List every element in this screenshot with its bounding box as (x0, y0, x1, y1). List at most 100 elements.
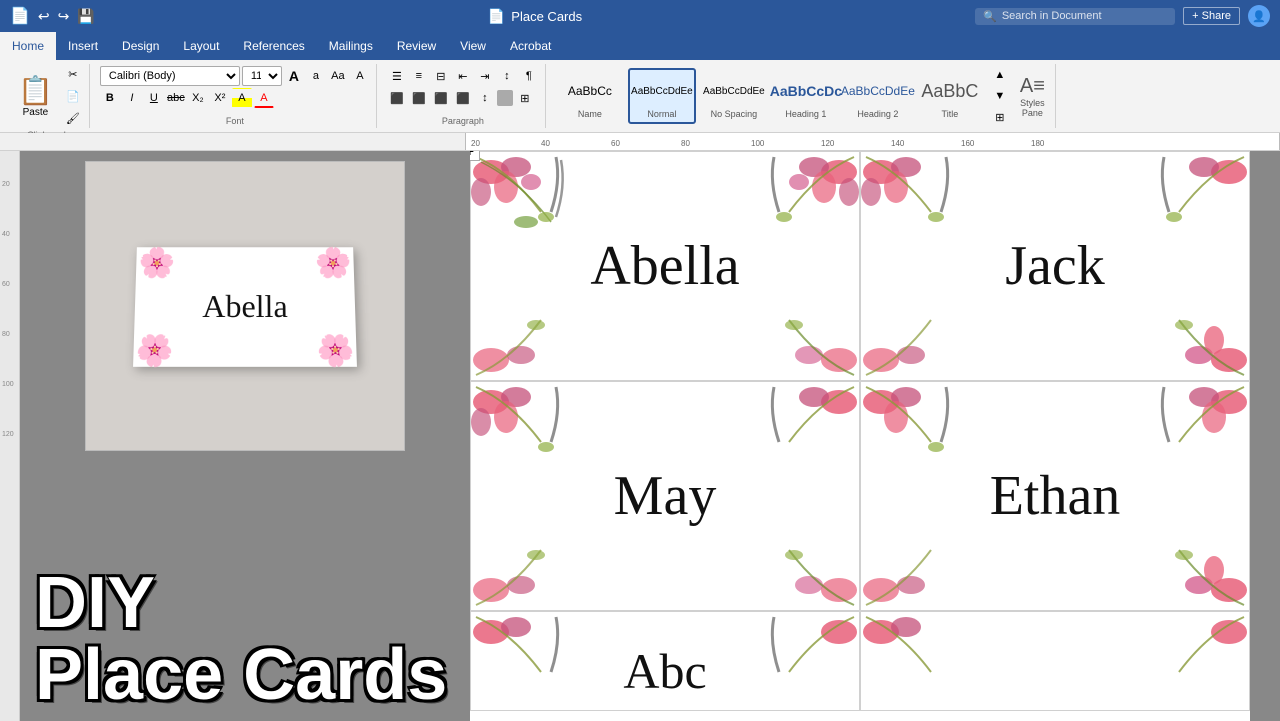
title-center: 📄 Place Cards (488, 8, 582, 25)
style-h2-label: Heading 2 (857, 109, 898, 119)
word-icon: 📄 (10, 6, 30, 26)
font-size-select[interactable]: 11 (242, 66, 282, 86)
styles-expand[interactable]: ⊞ (990, 107, 1010, 127)
document-title: Place Cards (511, 9, 582, 24)
tab-design[interactable]: Design (110, 32, 171, 60)
strikethrough-button[interactable]: abc (166, 88, 186, 108)
style-title-preview: AaBbC (921, 73, 978, 109)
style-normal-label: Normal (647, 109, 676, 119)
place-card-partial-right[interactable] (860, 611, 1250, 711)
style-normal-preview: AaBbCcDdEe (631, 73, 693, 109)
tab-mailings[interactable]: Mailings (317, 32, 385, 60)
font-grow-button[interactable]: A (284, 66, 304, 86)
card-name-partial: Abc (623, 642, 706, 700)
superscript-button[interactable]: X² (210, 88, 230, 108)
ribbon-content: 📋 Paste ✂ 📄 🖌 Clipboard Calibri (Body) 1… (0, 60, 1280, 132)
tab-review[interactable]: Review (385, 32, 448, 60)
styles-scroll-down[interactable]: ▼ (990, 86, 1010, 106)
card-name-abella: Abella (590, 234, 739, 298)
paragraph-row-1: ☰ ≡ ⊟ ⇤ ⇥ ↕ ¶ (387, 66, 539, 86)
style-nospacing-label: No Spacing (711, 109, 758, 119)
borders-button[interactable]: ⊞ (515, 88, 535, 108)
styles-group: AaBbCc Name AaBbCcDdEe Normal AaBbCcDdEe… (550, 64, 1056, 128)
line-spacing-button[interactable]: ↕ (475, 88, 495, 108)
app-icon: 📄 (488, 8, 505, 25)
show-marks-button[interactable]: ¶ (519, 66, 539, 86)
italic-button[interactable]: I (122, 88, 142, 108)
ribbon: Home Insert Design Layout References Mai… (0, 32, 1280, 133)
copy-button[interactable]: 📄 (63, 86, 83, 106)
tab-acrobat[interactable]: Acrobat (498, 32, 563, 60)
numbering-button[interactable]: ≡ (409, 66, 429, 86)
styles-scroll-up[interactable]: ▲ (990, 65, 1010, 85)
ruler: 20 40 60 80 100 120 140 160 180 (0, 133, 1280, 151)
search-bar[interactable]: 🔍 Search in Document (975, 8, 1175, 25)
increase-indent-button[interactable]: ⇥ (475, 66, 495, 86)
bold-button[interactable]: B (100, 88, 120, 108)
title-bar: 📄 ↩ ↪ 💾 📄 Place Cards 🔍 Search in Docume… (0, 0, 1280, 32)
place-card-jack[interactable]: Jack (860, 151, 1250, 381)
align-right-button[interactable]: ⬛ (431, 88, 451, 108)
style-heading1[interactable]: AaBbCcDc Heading 1 (772, 68, 840, 124)
align-left-button[interactable]: ⬛ (387, 88, 407, 108)
align-center-button[interactable]: ⬛ (409, 88, 429, 108)
style-name[interactable]: AaBbCc Name (556, 68, 624, 124)
place-card-ethan[interactable]: Ethan (860, 381, 1250, 611)
sort-button[interactable]: ↕ (497, 66, 517, 86)
tab-references[interactable]: References (231, 32, 316, 60)
tab-layout[interactable]: Layout (171, 32, 231, 60)
style-name-label: Name (578, 109, 602, 119)
paragraph-row-2: ⬛ ⬛ ⬛ ⬛ ↕ ⊞ (387, 88, 535, 108)
share-button[interactable]: + Share (1183, 7, 1240, 25)
font-row-2: B I U abc X₂ X² A A (100, 88, 274, 108)
style-heading2[interactable]: AaBbCcDdEe Heading 2 (844, 68, 912, 124)
font-family-select[interactable]: Calibri (Body) (100, 66, 240, 86)
redo-btn[interactable]: ↪ (58, 8, 70, 25)
user-icon-symbol: 👤 (1252, 10, 1266, 23)
table-add-button[interactable]: + (470, 151, 480, 161)
tab-view[interactable]: View (448, 32, 498, 60)
styles-pane-button[interactable]: A≡ Styles Pane (1016, 71, 1049, 122)
main-area: 20 40 60 80 100 120 🌸 🌸 🌸 🌸 Abella DIY P… (0, 151, 1280, 721)
paragraph-label: Paragraph (387, 114, 539, 126)
document-area: + (470, 151, 1280, 721)
style-h1-label: Heading 1 (785, 109, 826, 119)
ribbon-tabs: Home Insert Design Layout References Mai… (0, 32, 1280, 60)
format-painter-button[interactable]: 🖌 (63, 108, 83, 128)
thumbnail-area: 🌸 🌸 🌸 🌸 Abella (85, 161, 405, 451)
clipboard-group: 📋 Paste ✂ 📄 🖌 Clipboard (6, 64, 90, 128)
clear-format-button[interactable]: A (350, 66, 370, 86)
style-title[interactable]: AaBbC Title (916, 68, 984, 124)
place-card-may[interactable]: May (470, 381, 860, 611)
style-no-spacing[interactable]: AaBbCcDdEe No Spacing (700, 68, 768, 124)
style-nospacing-preview: AaBbCcDdEe (703, 73, 765, 109)
tab-home[interactable]: Home (0, 32, 56, 60)
decrease-indent-button[interactable]: ⇤ (453, 66, 473, 86)
style-title-label: Title (942, 109, 959, 119)
cut-button[interactable]: ✂ (63, 64, 83, 84)
styles-pane-icon: A≡ (1020, 75, 1045, 98)
place-card-partial-left[interactable]: Abc (470, 611, 860, 711)
save-btn[interactable]: 💾 (77, 8, 94, 25)
underline-button[interactable]: U (144, 88, 164, 108)
font-group-label: Font (100, 114, 370, 126)
justify-button[interactable]: ⬛ (453, 88, 473, 108)
style-normal[interactable]: AaBbCcDdEe Normal (628, 68, 696, 124)
font-shrink-button[interactable]: a (306, 66, 326, 86)
clipboard-buttons: 📋 Paste ✂ 📄 🖌 (10, 64, 83, 128)
place-card-abella[interactable]: Abella (470, 151, 860, 381)
style-name-preview: AaBbCc (568, 73, 612, 109)
text-highlight-button[interactable]: A (232, 88, 252, 108)
subscript-button[interactable]: X₂ (188, 88, 208, 108)
place-cards-grid: Abella (470, 151, 1250, 711)
font-color-button[interactable]: A (254, 88, 274, 108)
undo-btn[interactable]: ↩ (38, 8, 50, 25)
shading-button[interactable] (497, 90, 513, 106)
tab-insert[interactable]: Insert (56, 32, 110, 60)
paste-button[interactable]: 📋 Paste (10, 72, 61, 120)
multilevel-list-button[interactable]: ⊟ (431, 66, 451, 86)
bullets-button[interactable]: ☰ (387, 66, 407, 86)
left-panel: 🌸 🌸 🌸 🌸 Abella DIY Place Cards (20, 151, 470, 721)
user-avatar[interactable]: 👤 (1248, 5, 1270, 27)
change-case-button[interactable]: Aa (328, 66, 348, 86)
